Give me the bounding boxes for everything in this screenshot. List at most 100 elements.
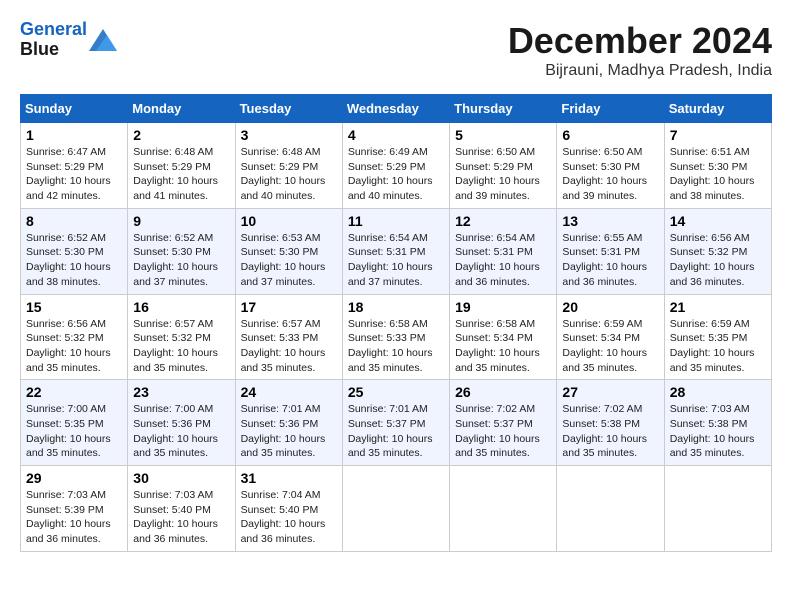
calendar-cell: 13 Sunrise: 6:55 AM Sunset: 5:31 PM Dayl… (557, 208, 664, 294)
day-detail: Sunrise: 7:00 AM Sunset: 5:35 PM Dayligh… (26, 403, 111, 459)
day-number: 1 (26, 127, 122, 143)
day-number: 7 (670, 127, 766, 143)
calendar-cell: 31 Sunrise: 7:04 AM Sunset: 5:40 PM Dayl… (235, 466, 342, 552)
page-header: General Blue December 2024 Bijrauni, Mad… (20, 20, 772, 86)
calendar-cell: 8 Sunrise: 6:52 AM Sunset: 5:30 PM Dayli… (21, 208, 128, 294)
day-number: 26 (455, 384, 551, 400)
day-detail: Sunrise: 6:48 AM Sunset: 5:29 PM Dayligh… (133, 146, 218, 202)
calendar-cell: 19 Sunrise: 6:58 AM Sunset: 5:34 PM Dayl… (450, 294, 557, 380)
logo-text: General Blue (20, 20, 87, 60)
calendar-cell: 24 Sunrise: 7:01 AM Sunset: 5:36 PM Dayl… (235, 380, 342, 466)
day-number: 14 (670, 213, 766, 229)
day-detail: Sunrise: 6:58 AM Sunset: 5:34 PM Dayligh… (455, 318, 540, 374)
calendar-cell: 12 Sunrise: 6:54 AM Sunset: 5:31 PM Dayl… (450, 208, 557, 294)
calendar-cell: 18 Sunrise: 6:58 AM Sunset: 5:33 PM Dayl… (342, 294, 449, 380)
day-number: 25 (348, 384, 444, 400)
calendar-cell: 26 Sunrise: 7:02 AM Sunset: 5:37 PM Dayl… (450, 380, 557, 466)
day-number: 19 (455, 299, 551, 315)
day-detail: Sunrise: 6:54 AM Sunset: 5:31 PM Dayligh… (348, 232, 433, 288)
weekday-header-row: SundayMondayTuesdayWednesdayThursdayFrid… (21, 95, 772, 123)
calendar-cell: 16 Sunrise: 6:57 AM Sunset: 5:32 PM Dayl… (128, 294, 235, 380)
calendar-cell (557, 466, 664, 552)
day-detail: Sunrise: 6:52 AM Sunset: 5:30 PM Dayligh… (26, 232, 111, 288)
calendar-cell: 7 Sunrise: 6:51 AM Sunset: 5:30 PM Dayli… (664, 123, 771, 209)
day-detail: Sunrise: 6:51 AM Sunset: 5:30 PM Dayligh… (670, 146, 755, 202)
day-detail: Sunrise: 6:57 AM Sunset: 5:32 PM Dayligh… (133, 318, 218, 374)
calendar-cell: 27 Sunrise: 7:02 AM Sunset: 5:38 PM Dayl… (557, 380, 664, 466)
day-detail: Sunrise: 7:03 AM Sunset: 5:39 PM Dayligh… (26, 489, 111, 545)
calendar-cell: 11 Sunrise: 6:54 AM Sunset: 5:31 PM Dayl… (342, 208, 449, 294)
week-row-2: 8 Sunrise: 6:52 AM Sunset: 5:30 PM Dayli… (21, 208, 772, 294)
day-number: 6 (562, 127, 658, 143)
calendar-cell: 4 Sunrise: 6:49 AM Sunset: 5:29 PM Dayli… (342, 123, 449, 209)
day-number: 13 (562, 213, 658, 229)
weekday-tuesday: Tuesday (235, 95, 342, 123)
month-title: December 2024 (508, 20, 772, 62)
day-detail: Sunrise: 7:03 AM Sunset: 5:38 PM Dayligh… (670, 403, 755, 459)
day-number: 8 (26, 213, 122, 229)
day-number: 12 (455, 213, 551, 229)
calendar-cell: 20 Sunrise: 6:59 AM Sunset: 5:34 PM Dayl… (557, 294, 664, 380)
calendar-cell (450, 466, 557, 552)
day-detail: Sunrise: 6:59 AM Sunset: 5:35 PM Dayligh… (670, 318, 755, 374)
day-number: 4 (348, 127, 444, 143)
calendar-cell: 1 Sunrise: 6:47 AM Sunset: 5:29 PM Dayli… (21, 123, 128, 209)
day-detail: Sunrise: 6:50 AM Sunset: 5:30 PM Dayligh… (562, 146, 647, 202)
day-number: 30 (133, 470, 229, 486)
calendar-cell (664, 466, 771, 552)
calendar-cell: 10 Sunrise: 6:53 AM Sunset: 5:30 PM Dayl… (235, 208, 342, 294)
day-detail: Sunrise: 6:53 AM Sunset: 5:30 PM Dayligh… (241, 232, 326, 288)
day-number: 29 (26, 470, 122, 486)
calendar-cell: 6 Sunrise: 6:50 AM Sunset: 5:30 PM Dayli… (557, 123, 664, 209)
weekday-saturday: Saturday (664, 95, 771, 123)
calendar-cell: 25 Sunrise: 7:01 AM Sunset: 5:37 PM Dayl… (342, 380, 449, 466)
day-detail: Sunrise: 7:04 AM Sunset: 5:40 PM Dayligh… (241, 489, 326, 545)
day-number: 15 (26, 299, 122, 315)
day-detail: Sunrise: 6:57 AM Sunset: 5:33 PM Dayligh… (241, 318, 326, 374)
day-number: 2 (133, 127, 229, 143)
day-detail: Sunrise: 6:49 AM Sunset: 5:29 PM Dayligh… (348, 146, 433, 202)
week-row-5: 29 Sunrise: 7:03 AM Sunset: 5:39 PM Dayl… (21, 466, 772, 552)
logo-icon (89, 29, 117, 51)
day-number: 27 (562, 384, 658, 400)
day-number: 17 (241, 299, 337, 315)
calendar-table: SundayMondayTuesdayWednesdayThursdayFrid… (20, 94, 772, 552)
day-detail: Sunrise: 6:56 AM Sunset: 5:32 PM Dayligh… (670, 232, 755, 288)
day-detail: Sunrise: 6:59 AM Sunset: 5:34 PM Dayligh… (562, 318, 647, 374)
title-section: December 2024 Bijrauni, Madhya Pradesh, … (508, 20, 772, 80)
calendar-body: 1 Sunrise: 6:47 AM Sunset: 5:29 PM Dayli… (21, 123, 772, 552)
day-detail: Sunrise: 7:02 AM Sunset: 5:37 PM Dayligh… (455, 403, 540, 459)
calendar-cell: 14 Sunrise: 6:56 AM Sunset: 5:32 PM Dayl… (664, 208, 771, 294)
day-detail: Sunrise: 7:02 AM Sunset: 5:38 PM Dayligh… (562, 403, 647, 459)
calendar-cell: 5 Sunrise: 6:50 AM Sunset: 5:29 PM Dayli… (450, 123, 557, 209)
calendar-cell: 9 Sunrise: 6:52 AM Sunset: 5:30 PM Dayli… (128, 208, 235, 294)
calendar-cell: 29 Sunrise: 7:03 AM Sunset: 5:39 PM Dayl… (21, 466, 128, 552)
day-number: 16 (133, 299, 229, 315)
calendar-cell: 30 Sunrise: 7:03 AM Sunset: 5:40 PM Dayl… (128, 466, 235, 552)
day-detail: Sunrise: 7:03 AM Sunset: 5:40 PM Dayligh… (133, 489, 218, 545)
day-number: 22 (26, 384, 122, 400)
day-detail: Sunrise: 6:54 AM Sunset: 5:31 PM Dayligh… (455, 232, 540, 288)
day-detail: Sunrise: 6:52 AM Sunset: 5:30 PM Dayligh… (133, 232, 218, 288)
day-number: 5 (455, 127, 551, 143)
week-row-1: 1 Sunrise: 6:47 AM Sunset: 5:29 PM Dayli… (21, 123, 772, 209)
day-number: 31 (241, 470, 337, 486)
week-row-3: 15 Sunrise: 6:56 AM Sunset: 5:32 PM Dayl… (21, 294, 772, 380)
calendar-cell: 21 Sunrise: 6:59 AM Sunset: 5:35 PM Dayl… (664, 294, 771, 380)
day-detail: Sunrise: 6:47 AM Sunset: 5:29 PM Dayligh… (26, 146, 111, 202)
calendar-cell: 15 Sunrise: 6:56 AM Sunset: 5:32 PM Dayl… (21, 294, 128, 380)
weekday-sunday: Sunday (21, 95, 128, 123)
day-detail: Sunrise: 7:01 AM Sunset: 5:36 PM Dayligh… (241, 403, 326, 459)
day-detail: Sunrise: 6:56 AM Sunset: 5:32 PM Dayligh… (26, 318, 111, 374)
day-number: 24 (241, 384, 337, 400)
day-number: 11 (348, 213, 444, 229)
calendar-cell: 3 Sunrise: 6:48 AM Sunset: 5:29 PM Dayli… (235, 123, 342, 209)
day-detail: Sunrise: 6:50 AM Sunset: 5:29 PM Dayligh… (455, 146, 540, 202)
location-title: Bijrauni, Madhya Pradesh, India (508, 62, 772, 80)
day-detail: Sunrise: 6:58 AM Sunset: 5:33 PM Dayligh… (348, 318, 433, 374)
logo: General Blue (20, 20, 117, 60)
day-number: 20 (562, 299, 658, 315)
day-number: 10 (241, 213, 337, 229)
calendar-cell (342, 466, 449, 552)
weekday-thursday: Thursday (450, 95, 557, 123)
